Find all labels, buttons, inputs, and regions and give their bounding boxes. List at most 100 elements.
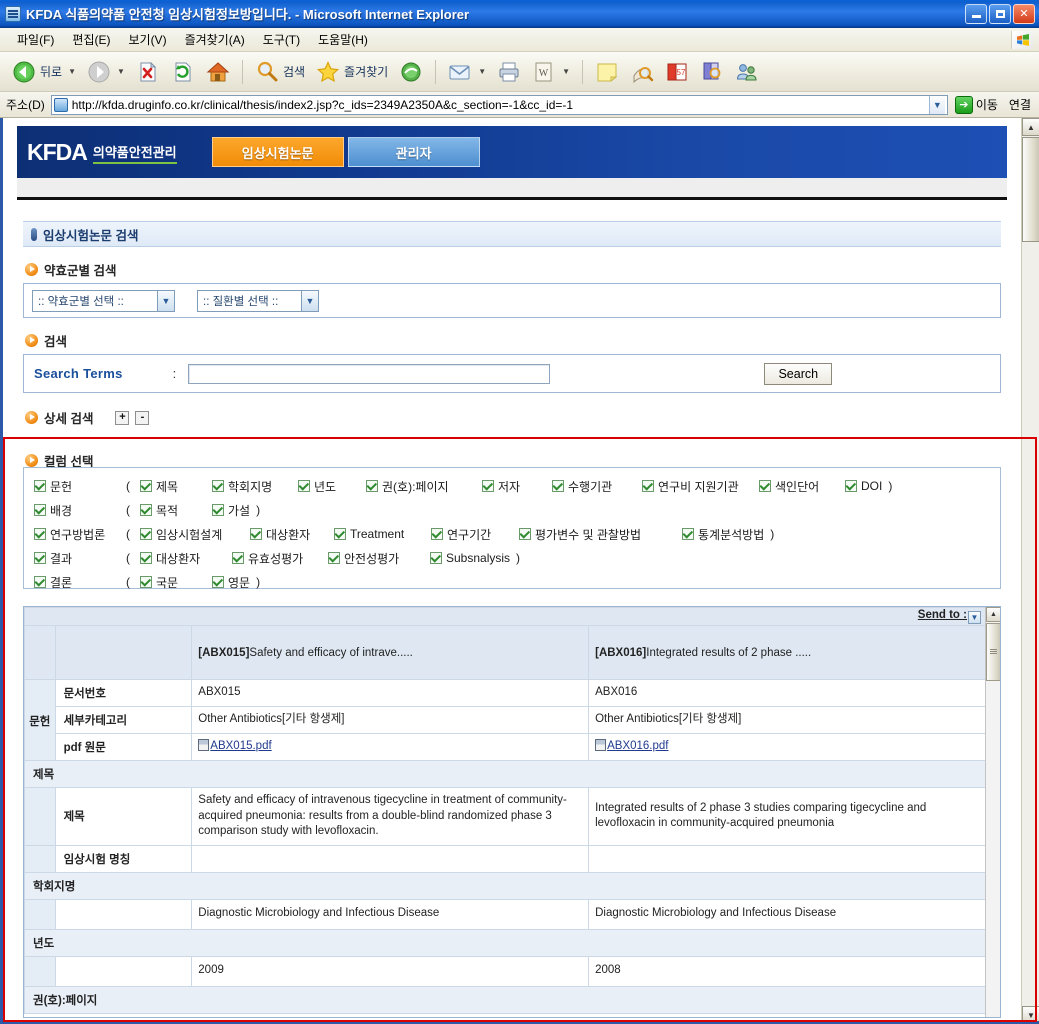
checkbox-checked-icon[interactable] — [519, 528, 531, 540]
history-button[interactable] — [395, 58, 427, 86]
column-checkbox-methodology[interactable]: 연구방법론 — [34, 526, 126, 543]
column-checkbox-korean[interactable]: 국문 — [140, 574, 212, 591]
send-to-cell[interactable]: Send to : ▼ — [24, 607, 986, 626]
page-scroll-down-button[interactable]: ▼ — [1022, 1006, 1039, 1021]
mail-button[interactable]: ▼ — [444, 58, 490, 86]
address-dropdown-icon[interactable]: ▼ — [928, 95, 945, 114]
checkbox-checked-icon[interactable] — [845, 480, 857, 492]
results-scrollbar[interactable]: ▲ — [985, 607, 1000, 1017]
forward-dropdown-icon[interactable]: ▼ — [117, 67, 125, 76]
column-checkbox-conclusion[interactable]: 결론 — [34, 574, 126, 591]
column-checkbox-efficacy[interactable]: 유효성평가 — [232, 550, 328, 567]
checkbox-checked-icon[interactable] — [431, 528, 443, 540]
page-scrollbar[interactable]: ▲ ▼ — [1021, 118, 1039, 1021]
menu-item-favorites[interactable]: 즐겨찾기(A) — [176, 29, 254, 50]
minimize-button[interactable] — [965, 3, 987, 24]
back-button[interactable]: 뒤로 ▼ — [8, 58, 80, 86]
disease-select[interactable]: :: 질환별 선택 :: ▼ — [197, 289, 319, 312]
search-button[interactable]: 검색 — [251, 58, 309, 86]
column-checkbox-english[interactable]: 영문 — [212, 574, 250, 591]
page-scroll-up-button[interactable]: ▲ — [1022, 118, 1039, 136]
notes-button[interactable] — [591, 58, 623, 86]
column-checkbox-subjects[interactable]: 대상환자 — [250, 526, 334, 543]
menu-item-edit[interactable]: 편집(E) — [63, 29, 119, 50]
column-checkbox-endpoints[interactable]: 평가변수 및 관찰방법 — [519, 526, 682, 543]
detail-search-collapse-button[interactable]: - — [135, 410, 150, 425]
column-checkbox-results[interactable]: 결과 — [34, 550, 126, 567]
column-checkbox-funding[interactable]: 연구비 지원기관 — [642, 478, 759, 495]
column-checkbox-hypothesis[interactable]: 가설 — [212, 502, 250, 519]
favorites-button[interactable]: 즐겨찾기 — [312, 58, 392, 86]
search-input[interactable] — [188, 363, 551, 384]
chevron-down-icon[interactable]: ▼ — [157, 290, 174, 311]
column-checkbox-journal[interactable]: 학회지명 — [212, 478, 298, 495]
address-input[interactable]: http://kfda.druginfo.co.kr/clinical/thes… — [50, 94, 948, 115]
checkbox-checked-icon[interactable] — [642, 480, 654, 492]
stop-button[interactable] — [132, 58, 164, 86]
checkbox-checked-icon[interactable] — [140, 528, 152, 540]
checkbox-checked-icon[interactable] — [140, 504, 152, 516]
dictionary-button[interactable] — [696, 58, 728, 86]
checkbox-checked-icon[interactable] — [759, 480, 771, 492]
page-scroll-thumb[interactable] — [1022, 137, 1039, 242]
document-header-1[interactable]: [ABX015]Safety and efficacy of intrave..… — [191, 625, 590, 680]
checkbox-checked-icon[interactable] — [328, 552, 340, 564]
column-checkbox-background[interactable]: 배경 — [34, 502, 126, 519]
site-logo[interactable]: KFDA 의약품안전관리 — [27, 139, 177, 166]
column-checkbox-munheon[interactable]: 문헌 — [34, 478, 126, 495]
column-checkbox-year[interactable]: 년도 — [298, 478, 366, 495]
checkbox-checked-icon[interactable] — [140, 576, 152, 588]
back-dropdown-icon[interactable]: ▼ — [68, 67, 76, 76]
column-checkbox-result-subjects[interactable]: 대상환자 — [140, 550, 232, 567]
links-button[interactable]: 연결 — [1005, 96, 1035, 113]
menu-item-file[interactable]: 파일(F) — [8, 29, 63, 50]
menu-item-help[interactable]: 도움말(H) — [309, 29, 377, 50]
checkbox-checked-icon[interactable] — [232, 552, 244, 564]
checkbox-checked-icon[interactable] — [212, 504, 224, 516]
checkbox-checked-icon[interactable] — [552, 480, 564, 492]
column-checkbox-trial-design[interactable]: 임상시험설계 — [140, 526, 250, 543]
refresh-button[interactable] — [167, 58, 199, 86]
column-checkbox-title[interactable]: 제목 — [140, 478, 212, 495]
messenger-button[interactable] — [731, 58, 763, 86]
document-header-2[interactable]: [ABX016]Integrated results of 2 phase ..… — [588, 625, 986, 680]
forward-button[interactable]: ▼ — [83, 58, 129, 86]
drug-group-select[interactable]: :: 약효군별 선택 :: ▼ — [32, 289, 175, 312]
edit-dropdown-icon[interactable]: ▼ — [562, 67, 570, 76]
checkbox-checked-icon[interactable] — [34, 504, 46, 516]
checkbox-checked-icon[interactable] — [212, 480, 224, 492]
chevron-down-icon-2[interactable]: ▼ — [301, 290, 318, 311]
home-button[interactable] — [202, 58, 234, 86]
checkbox-checked-icon[interactable] — [334, 528, 346, 540]
pdf-link-2[interactable]: ABX016.pdf — [607, 740, 668, 752]
results-scroll-thumb[interactable] — [986, 623, 1000, 681]
checkbox-checked-icon[interactable] — [34, 480, 46, 492]
checkbox-checked-icon[interactable] — [34, 576, 46, 588]
menu-item-view[interactable]: 보기(V) — [119, 29, 175, 50]
maximize-button[interactable] — [989, 3, 1011, 24]
calendar-button[interactable]: 57 — [661, 58, 693, 86]
checkbox-checked-icon[interactable] — [682, 528, 694, 540]
checkbox-checked-icon[interactable] — [430, 552, 442, 564]
go-button[interactable]: ➔ 이동 — [952, 95, 1001, 114]
column-checkbox-author[interactable]: 저자 — [482, 478, 552, 495]
send-to-dropdown-icon[interactable]: ▼ — [968, 611, 981, 624]
column-checkbox-volume-page[interactable]: 권(호):페이지 — [366, 478, 482, 495]
checkbox-checked-icon[interactable] — [140, 480, 152, 492]
column-checkbox-study-period[interactable]: 연구기간 — [431, 526, 519, 543]
column-checkbox-subanalysis[interactable]: Subsnalysis — [430, 551, 510, 565]
checkbox-checked-icon[interactable] — [482, 480, 494, 492]
tab-admin[interactable]: 관리자 — [347, 137, 480, 167]
tab-clinical-thesis[interactable]: 임상시험논문 — [211, 137, 344, 167]
column-checkbox-objective[interactable]: 목적 — [140, 502, 212, 519]
checkbox-checked-icon[interactable] — [34, 552, 46, 564]
checkbox-checked-icon[interactable] — [34, 528, 46, 540]
column-checkbox-statistics[interactable]: 통계분석방법 — [682, 526, 764, 543]
close-button[interactable]: ✕ — [1013, 3, 1035, 24]
checkbox-checked-icon[interactable] — [298, 480, 310, 492]
checkbox-checked-icon[interactable] — [212, 576, 224, 588]
search-button-main[interactable]: Search — [764, 362, 833, 385]
column-checkbox-safety[interactable]: 안전성평가 — [328, 550, 430, 567]
pdf-link-1[interactable]: ABX015.pdf — [210, 740, 271, 752]
checkbox-checked-icon[interactable] — [140, 552, 152, 564]
